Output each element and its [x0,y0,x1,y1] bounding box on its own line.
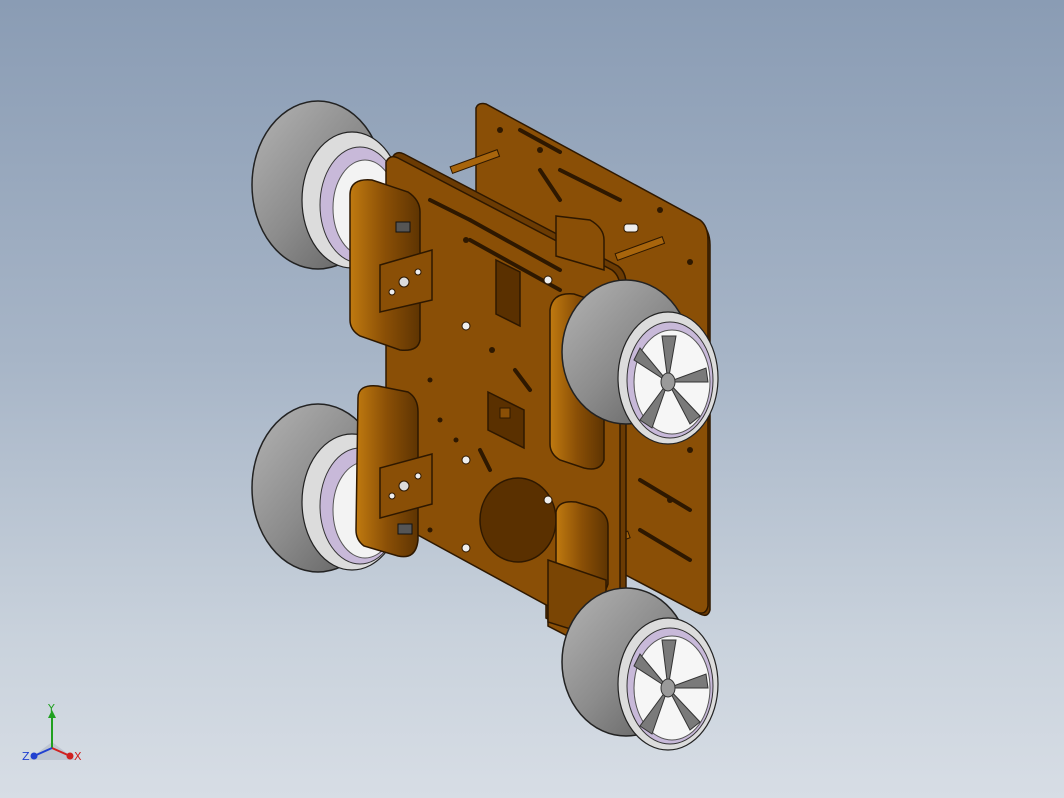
z-axis-label: Z [22,750,30,763]
y-axis-label: Y [47,702,55,715]
x-axis-label: X [74,750,82,763]
axis-triad-icon: Y X Z [22,702,82,763]
robot-chassis-model[interactable] [0,0,1064,798]
3d-model-viewport[interactable]: Y X Z [0,0,1064,798]
motor-left-top [349,179,433,352]
wheel-front-bottom [561,587,719,751]
